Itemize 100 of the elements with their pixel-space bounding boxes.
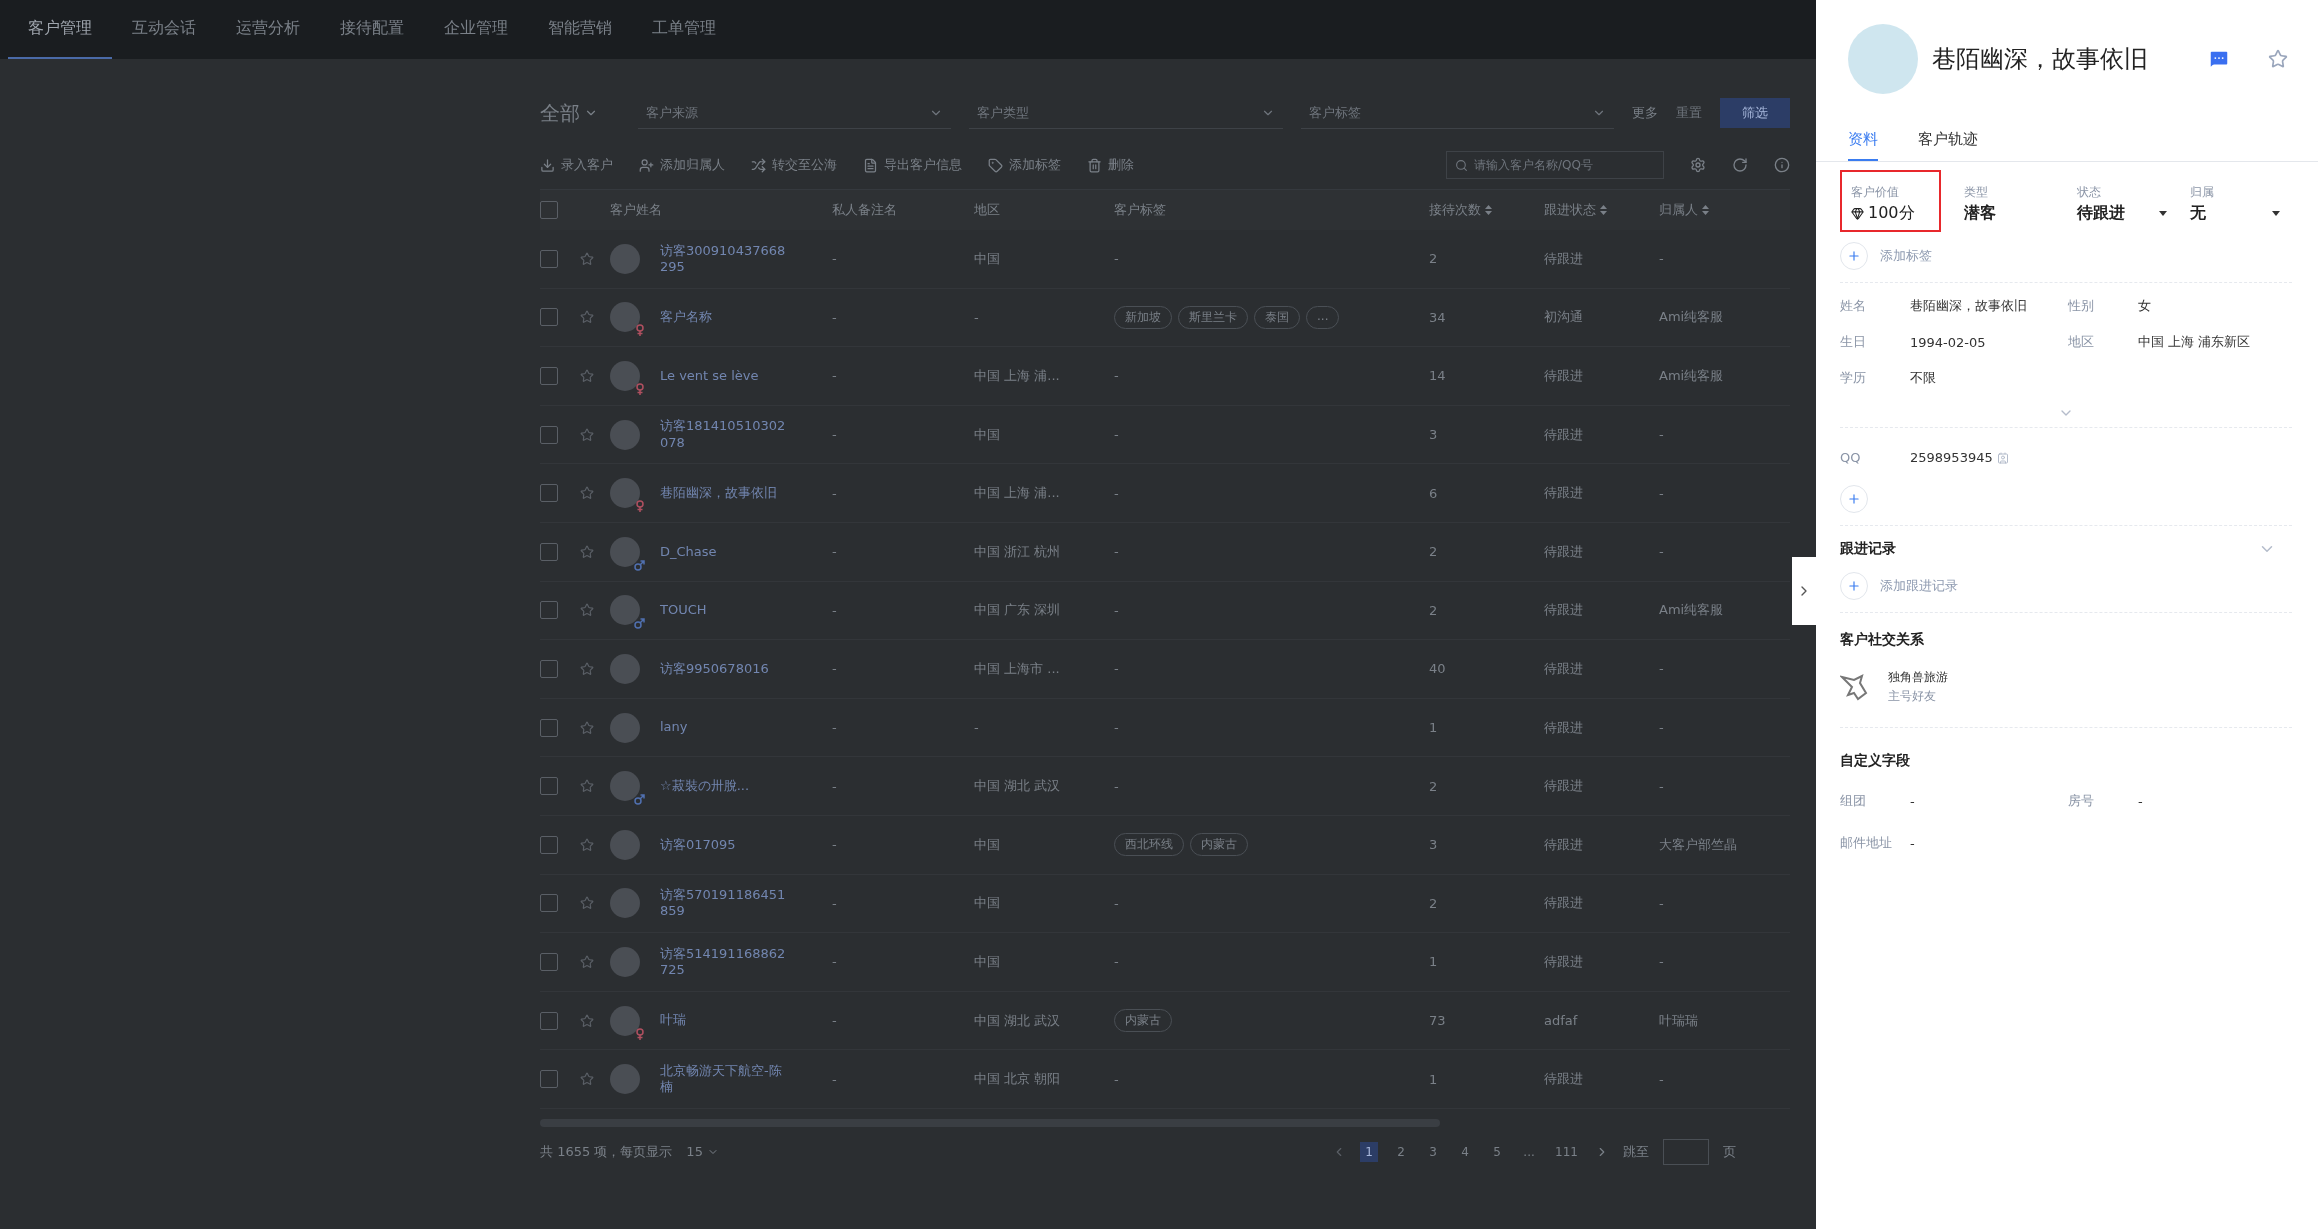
star-icon[interactable] <box>580 427 594 442</box>
table-cell-text: - <box>832 895 838 911</box>
star-icon[interactable] <box>580 954 594 969</box>
row-checkbox[interactable] <box>540 249 558 268</box>
star-icon[interactable] <box>580 251 594 266</box>
page-button[interactable]: 1 <box>1360 1141 1379 1162</box>
customer-name-link[interactable]: 叶瑞 <box>660 1012 790 1029</box>
customer-name-link[interactable]: 巷陌幽深，故事依旧 <box>660 485 790 502</box>
star-icon[interactable] <box>580 1072 594 1087</box>
star-icon[interactable] <box>580 486 594 501</box>
add-contact-button[interactable] <box>1840 485 1868 513</box>
add-record-button[interactable] <box>1840 572 1868 600</box>
nav-tab[interactable]: 企业管理 <box>424 0 528 59</box>
filter-select[interactable]: 客户类型 <box>969 97 1283 129</box>
row-checkbox[interactable] <box>540 659 558 678</box>
add-tag-link[interactable]: 添加标签 <box>1880 247 1932 265</box>
star-icon[interactable] <box>580 1013 594 1028</box>
row-checkbox[interactable] <box>540 542 558 561</box>
info-icon[interactable] <box>1774 157 1790 173</box>
customer-name-link[interactable]: 访客181410510302078 <box>660 418 790 451</box>
select-all-checkbox[interactable] <box>540 201 558 219</box>
customer-name-link[interactable]: 访客017095 <box>660 836 790 853</box>
customer-name-link[interactable]: lany <box>660 719 790 736</box>
page-button[interactable]: ... <box>1520 1141 1539 1162</box>
page-button[interactable]: 5 <box>1488 1141 1507 1162</box>
star-icon[interactable] <box>580 720 594 735</box>
table-cell-text: - <box>1114 954 1120 970</box>
star-icon[interactable] <box>580 896 594 911</box>
star-icon[interactable] <box>580 837 594 852</box>
row-checkbox[interactable] <box>540 952 558 971</box>
page-button[interactable]: 4 <box>1456 1141 1475 1162</box>
nav-tab[interactable]: 工单管理 <box>632 0 736 59</box>
page-button[interactable]: 3 <box>1424 1141 1443 1162</box>
customer-name-link[interactable]: 访客9950678016 <box>660 660 790 678</box>
table-cell-text: 中国 <box>974 249 1001 268</box>
star-icon[interactable] <box>580 603 594 618</box>
page-button[interactable]: 111 <box>1552 1141 1581 1162</box>
star-icon[interactable] <box>2268 49 2288 69</box>
row-checkbox[interactable] <box>540 894 558 913</box>
sort-icon[interactable] <box>1600 205 1607 215</box>
nav-tab[interactable]: 客户管理 <box>8 0 112 59</box>
contact-card-icon[interactable] <box>1996 451 2009 464</box>
refresh-icon[interactable] <box>1732 157 1748 173</box>
tab[interactable]: 资料 <box>1848 122 1878 161</box>
table-cell-text: - <box>832 368 838 384</box>
row-checkbox[interactable] <box>540 367 558 385</box>
page-size-select[interactable]: 15 <box>686 1144 719 1160</box>
toolbar-button[interactable]: 转交至公海 <box>751 156 837 174</box>
star-icon[interactable] <box>580 544 594 559</box>
row-checkbox[interactable] <box>540 835 558 854</box>
add-record-link[interactable]: 添加跟进记录 <box>1880 577 1958 595</box>
row-checkbox[interactable] <box>540 601 558 620</box>
filter-select[interactable]: 客户来源 <box>638 97 952 129</box>
chat-icon[interactable] <box>2208 48 2230 70</box>
sort-icon[interactable] <box>1702 205 1709 215</box>
customer-name-link[interactable]: 访客300910437668295 <box>660 242 790 276</box>
nav-tab[interactable]: 运营分析 <box>216 0 320 59</box>
row-checkbox[interactable] <box>540 1070 558 1089</box>
page-unit: 页 <box>1723 1142 1736 1161</box>
page-button[interactable]: 2 <box>1392 1141 1411 1162</box>
customer-name-link[interactable]: 客户名称 <box>660 309 790 326</box>
nav-tab[interactable]: 互动会话 <box>112 0 216 59</box>
filter-button[interactable]: 筛选 <box>1720 98 1790 128</box>
more-link[interactable]: 更多 <box>1632 104 1658 122</box>
toolbar-button[interactable]: 导出客户信息 <box>863 156 962 174</box>
row-checkbox[interactable] <box>540 718 558 737</box>
row-checkbox[interactable] <box>540 777 558 796</box>
toolbar-button[interactable]: 添加标签 <box>988 156 1061 174</box>
add-tag-button[interactable] <box>1840 242 1868 270</box>
page-input[interactable] <box>1663 1138 1709 1165</box>
nav-tab[interactable]: 接待配置 <box>320 0 424 59</box>
customer-name-link[interactable]: ☆菽裝の卅脫... <box>660 778 790 795</box>
customer-name-link[interactable]: TOUCH <box>660 602 790 619</box>
row-checkbox[interactable] <box>540 1011 558 1030</box>
customer-name-link[interactable]: 访客514191168862725 <box>660 945 790 979</box>
toolbar-button[interactable]: 录入客户 <box>540 156 613 174</box>
field-label: 组团 <box>1840 792 1867 810</box>
settings-icon[interactable] <box>1690 157 1706 173</box>
row-checkbox[interactable] <box>540 484 558 503</box>
search-field[interactable]: 请输入客户名称/QQ号 <box>1446 151 1664 179</box>
sort-icon[interactable] <box>1485 205 1492 215</box>
tab[interactable]: 客户轨迹 <box>1918 122 1978 161</box>
customer-name-link[interactable]: Le vent se lève <box>660 367 790 385</box>
nav-tab[interactable]: 智能营销 <box>528 0 632 59</box>
toolbar-button[interactable]: 删除 <box>1087 156 1134 174</box>
row-checkbox[interactable] <box>540 308 558 327</box>
summary-dropdown[interactable]: 无 <box>2190 203 2280 224</box>
customer-name-link[interactable]: 北京畅游天下航空-陈楠 <box>660 1062 790 1096</box>
filter-select[interactable]: 客户标签 <box>1300 97 1614 129</box>
scope-dropdown[interactable]: 全部 <box>540 99 620 127</box>
customer-name-link[interactable]: 访客570191186451859 <box>660 887 790 920</box>
star-icon[interactable] <box>580 310 594 325</box>
summary-dropdown[interactable]: 待跟进 <box>2077 203 2167 224</box>
star-icon[interactable] <box>580 779 594 794</box>
row-checkbox[interactable] <box>540 425 558 444</box>
reset-link[interactable]: 重置 <box>1676 104 1702 122</box>
customer-name-link[interactable]: D_Chase <box>660 543 790 560</box>
toolbar-button[interactable]: 添加归属人 <box>639 156 725 174</box>
star-icon[interactable] <box>580 369 594 383</box>
star-icon[interactable] <box>580 661 594 676</box>
